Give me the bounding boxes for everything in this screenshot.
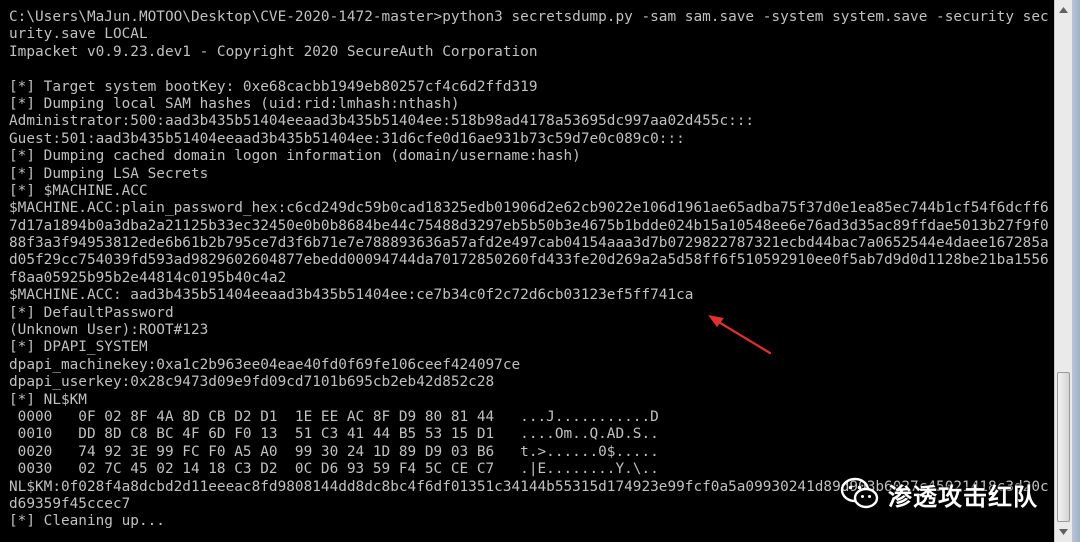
scroll-down-arrow-icon[interactable]	[1056, 524, 1071, 539]
terminal-line: 0010 DD 8D C8 BC 4F 6D F0 13 51 C3 41 44…	[9, 426, 659, 443]
terminal-line: dpapi_machinekey:0xa1c2b963ee04eae40fd0f…	[9, 356, 521, 373]
terminal-line: [*] DPAPI_SYSTEM	[9, 339, 148, 356]
terminal-line: Guest:501:aad3b435b51404eeaad3b435b51404…	[9, 130, 685, 147]
terminal-line: 7d17a1894b0a3dba2a21125b33ec32450e0b0b86…	[9, 217, 1049, 234]
terminal-line: 0020 74 92 3E 99 FC F0 A5 A0 99 30 24 1D…	[9, 443, 659, 460]
terminal-line: Impacket v0.9.23.dev1 - Copyright 2020 S…	[9, 43, 538, 60]
window-border	[1072, 0, 1080, 542]
terminal-line: [*] $MACHINE.ACC	[9, 182, 148, 199]
terminal-line: [*] Target system bootKey: 0xe68cacbb194…	[9, 78, 538, 95]
terminal-line: (Unknown User):ROOT#123	[9, 322, 209, 339]
watermark: 渗透攻击红队	[840, 472, 1038, 516]
terminal-output: C:\Users\MaJun.MOTOO\Desktop\CVE-2020-14…	[9, 9, 1049, 531]
terminal-line: Administrator:500:aad3b435b51404eeaad3b4…	[9, 113, 755, 130]
scroll-up-arrow-icon[interactable]	[1056, 2, 1071, 17]
terminal-line: f8aa05925b95b2e44814c0195b40c4a2	[9, 269, 287, 286]
terminal-line: dpapi_userkey:0x28c9473d09e9fd09cd7101b6…	[9, 374, 495, 391]
terminal-line: [*] Dumping local SAM hashes (uid:rid:lm…	[9, 95, 460, 112]
terminal-line: [*] DefaultPassword	[9, 304, 174, 321]
scrollbar-thumb[interactable]	[1057, 372, 1070, 522]
console-window: C:\Users\MaJun.MOTOO\Desktop\CVE-2020-14…	[0, 0, 1080, 542]
terminal-line: 88f3a3f94953812ede6b61b2b795ce7d3f6b71e7…	[9, 235, 1049, 252]
terminal-line: $MACHINE.ACC: aad3b435b51404eeaad3b435b5…	[9, 287, 694, 304]
terminal-line: [*] NL$KM	[9, 391, 87, 408]
terminal-line: d05f29cc754039fd593ad9829602604877ebedd0…	[9, 252, 1049, 269]
terminal-line: [*] Dumping cached domain logon informat…	[9, 148, 581, 165]
terminal-line: 0000 0F 02 8F 4A 8D CB D2 D1 1E EE AC 8F…	[9, 408, 659, 425]
watermark-text: 渗透攻击红队	[888, 482, 1038, 511]
terminal-area[interactable]: C:\Users\MaJun.MOTOO\Desktop\CVE-2020-14…	[0, 0, 1054, 542]
terminal-line: urity.save LOCAL	[9, 26, 148, 43]
red-arrow-icon	[708, 315, 772, 355]
terminal-line: [*] Dumping LSA Secrets	[9, 165, 209, 182]
terminal-line: $MACHINE.ACC:plain_password_hex:c6cd249d…	[9, 200, 1049, 217]
vertical-scrollbar[interactable]	[1054, 0, 1072, 542]
terminal-line: C:\Users\MaJun.MOTOO\Desktop\CVE-2020-14…	[9, 9, 1049, 25]
wechat-icon	[840, 477, 879, 509]
